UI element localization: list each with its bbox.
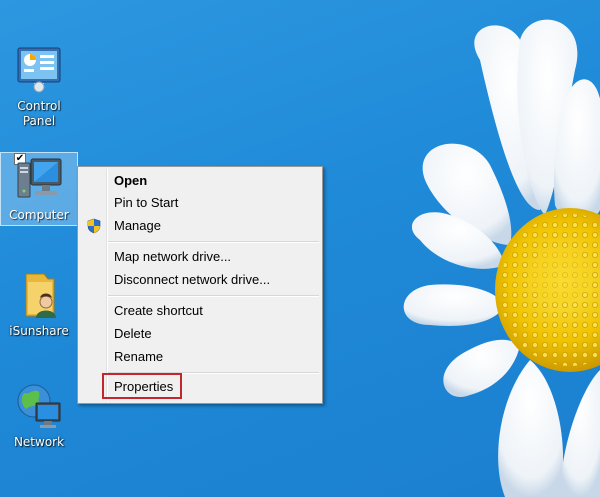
menu-item-open[interactable]: Open xyxy=(80,170,320,192)
network-label: Network xyxy=(13,435,65,449)
shield-icon xyxy=(86,218,102,234)
menu-item-disconnect-network-drive[interactable]: Disconnect network drive... xyxy=(80,269,320,291)
menu-item-map-network-drive[interactable]: Map network drive... xyxy=(80,246,320,268)
network-icon xyxy=(14,381,64,431)
properties-highlight-box xyxy=(102,373,182,399)
menu-item-label: Rename xyxy=(114,349,164,364)
context-menu: Open Pin to Start Manage Map network dri… xyxy=(77,166,323,404)
menu-item-pin-to-start[interactable]: Pin to Start xyxy=(80,192,320,214)
menu-item-label: Manage xyxy=(114,218,161,233)
menu-item-create-shortcut[interactable]: Create shortcut xyxy=(80,300,320,322)
computer-label: Computer xyxy=(9,208,69,222)
control-panel-icon xyxy=(14,45,64,95)
menu-item-label: Pin to Start xyxy=(114,195,179,210)
desktop-icon-computer[interactable]: ✔ Computer xyxy=(0,152,78,226)
desktop-icon-control-panel[interactable]: Control Panel xyxy=(1,45,77,129)
menu-item-label: Disconnect network drive... xyxy=(114,272,271,287)
user-folder-icon xyxy=(14,270,64,320)
isunshare-label: iSunshare xyxy=(9,324,69,338)
menu-item-manage[interactable]: Manage xyxy=(80,215,320,237)
computer-icon xyxy=(15,155,65,205)
menu-item-label: Map network drive... xyxy=(114,249,232,264)
menu-separator xyxy=(108,241,319,243)
menu-item-rename[interactable]: Rename xyxy=(80,346,320,368)
menu-separator xyxy=(108,295,319,297)
desktop[interactable]: Control Panel ✔ Computer iSunshare Netwo… xyxy=(0,0,600,497)
menu-item-label: Create shortcut xyxy=(114,303,203,318)
menu-item-delete[interactable]: Delete xyxy=(80,323,320,345)
desktop-icon-network[interactable]: Network xyxy=(1,381,77,450)
menu-item-label: Open xyxy=(114,173,148,188)
menu-item-label: Delete xyxy=(114,326,152,341)
control-panel-label: Control Panel xyxy=(17,99,61,128)
desktop-icon-isunshare[interactable]: iSunshare xyxy=(1,270,77,339)
